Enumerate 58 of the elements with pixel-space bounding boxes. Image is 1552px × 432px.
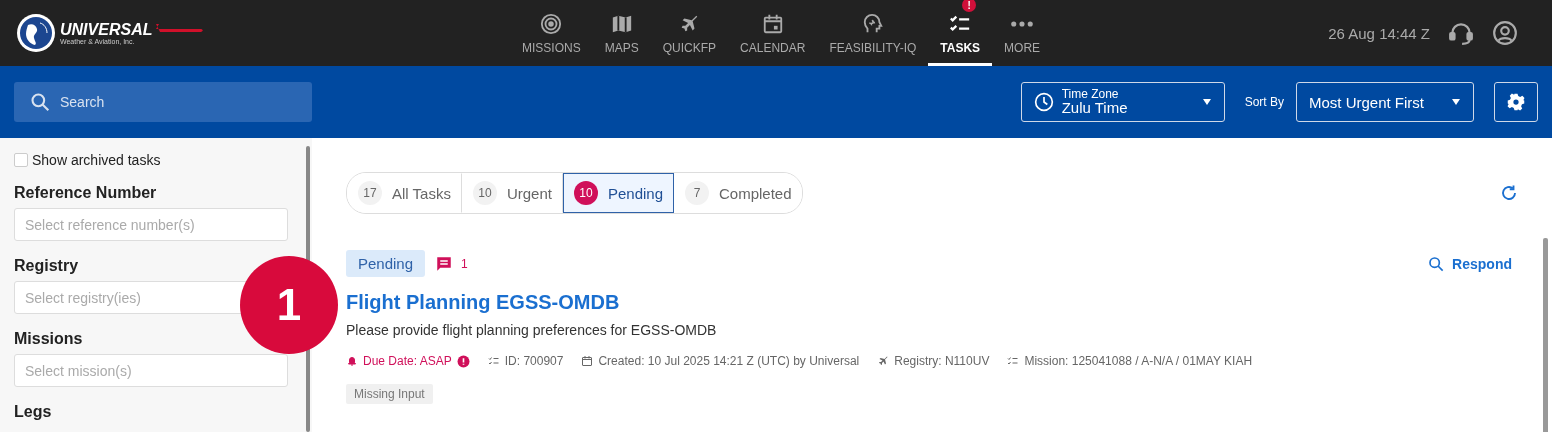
settings-button[interactable] [1494,82,1538,122]
nav-tab[interactable]: QUICKFP [650,0,729,66]
comment-icon [435,254,454,273]
filter-tab[interactable]: 10 Pending [562,173,674,213]
caret-icon [1201,97,1212,107]
clock-icon [1033,92,1054,112]
filter-field[interactable]: Select mission(s) [14,354,288,387]
task-tag: Missing Input [346,384,433,404]
headset-icon[interactable] [1448,20,1474,46]
nav-tab[interactable]: CALENDAR [728,0,818,66]
nav-tab[interactable]: FEASIBILITY-IQ [817,0,929,66]
task-title-link[interactable]: Flight Planning EGSS-OMDB [346,291,1518,314]
nav-tab[interactable]: MISSIONS [510,0,593,66]
task-meta-text: Mission: 125041088 / A-N/A / 01MAY KIAH [1024,354,1253,368]
head-icon [861,12,884,35]
dots-icon [1011,20,1034,27]
scrollbar-thumb[interactable] [1543,238,1548,432]
task-meta-text: Registry: N110UV [894,354,990,368]
logo-name: UNIVERSAL [60,21,153,38]
time-zone-dropdown[interactable]: Time Zone Zulu Time [1020,82,1225,122]
checkbox[interactable] [14,153,28,167]
bell-icon [346,355,358,367]
jet-logo-icon [156,23,205,35]
checkbox-label: Show archived tasks [32,152,161,168]
globe-logo-icon [16,13,56,53]
caret-icon [1451,97,1461,107]
plane-icon [877,355,890,367]
filter-label: Missions [14,330,84,348]
user-icon[interactable] [1492,20,1518,46]
filter-field[interactable]: Select reference number(s) [14,208,288,241]
nav-tab[interactable]: MAPS [592,0,651,66]
task-meta-text: Due Date: ASAP [363,354,452,368]
settings-icon [1507,93,1525,111]
alert-icon [456,354,470,368]
filter-tab[interactable]: 17 All Tasks [347,173,462,213]
filter-label: Legs [14,403,53,421]
search-field[interactable]: Search [14,82,312,122]
search-icon [1428,255,1445,272]
target-icon [540,12,563,35]
task-meta-text: ID: 700907 [504,354,564,368]
alert-badge: ! [962,0,977,12]
search-icon [30,92,50,112]
respond-button[interactable]: Respond [1422,254,1518,273]
sort-dropdown[interactable]: Most Urgent First [1296,82,1474,122]
clock-time: 26 Aug 14:44 Z [1328,24,1430,42]
refresh-icon[interactable] [1500,184,1518,202]
status-tag: Pending [346,250,426,277]
filter-label: Registry [14,257,80,275]
calendar-icon [581,355,594,367]
task-meta-text: Created: 10 Jul 2025 14:21 Z (UTC) by Universal [598,354,860,368]
nav-tab[interactable]: MORE [992,0,1053,66]
checklist-icon [1007,355,1020,367]
checklist-icon [487,355,500,367]
comment-count: 1 [461,256,468,271]
task-description: Please provide flight planning preferences for EGSS-OMDB [346,322,718,338]
sort-label: Sort By [1244,95,1284,109]
calendar-icon [761,12,784,35]
filter-label: Reference Number [14,184,158,202]
